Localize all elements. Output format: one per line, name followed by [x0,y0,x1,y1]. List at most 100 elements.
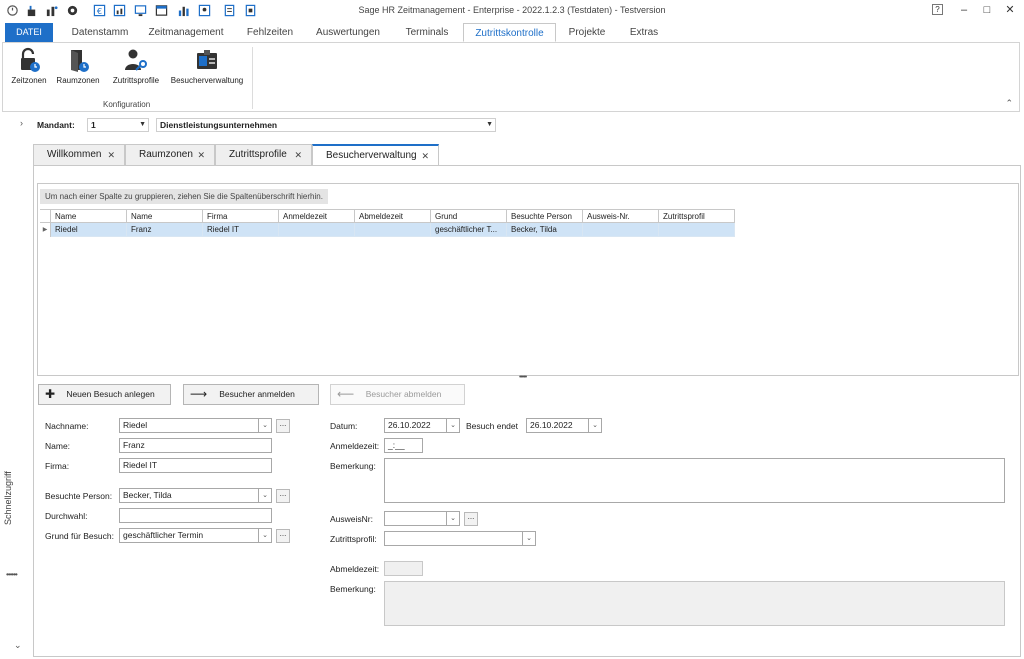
tab-zeitmanagement[interactable]: Zeitmanagement [142,23,230,42]
raumzonen-button[interactable]: Raumzonen [55,47,101,85]
nachname-ellipsis-button[interactable]: ... [276,419,290,433]
arrow-right-icon: ⟶ [190,387,208,401]
firma-label: Firma: [45,461,70,471]
anmeldezeit-field[interactable]: _:__ [384,438,423,453]
register-visitor-button[interactable]: ⟶ Besucher anmelden [183,384,319,405]
expand-chevron-icon[interactable]: › [20,118,23,128]
column-header-besuchte-person[interactable]: Besuchte Person [507,209,583,223]
tab-auswertungen[interactable]: Auswertungen [307,23,389,42]
tab-zutrittskontrolle[interactable]: Zutrittskontrolle [463,23,556,42]
collapse-ribbon-icon[interactable]: ⌃ [1005,98,1013,109]
new-visit-button[interactable]: ✚ Neuen Besuch anlegen [38,384,171,405]
close-button[interactable]: ✕ [1002,3,1018,17]
table-cell[interactable] [583,223,659,237]
nachname-field[interactable]: Riedel [119,418,259,433]
chevron-down-icon[interactable]: ⌄ [258,418,272,433]
besuchte-person-field[interactable]: Becker, Tilda [119,488,259,503]
tab-datenstamm[interactable]: Datenstamm [60,23,140,42]
grund-field[interactable]: geschäftlicher Termin [119,528,259,543]
close-icon[interactable]: ✕ [294,145,302,165]
besuchte-person-ellipsis-button[interactable]: ... [276,489,290,503]
table-cell[interactable]: Franz [127,223,203,237]
table-cell[interactable]: geschäftlicher T... [431,223,507,237]
column-header-abmeldezeit[interactable]: Abmeldezeit [355,209,431,223]
tab-datei[interactable]: DATEI [5,23,53,42]
doc-tab-willkommen[interactable]: Willkommen ✕ [33,144,125,165]
ausweisnr-field[interactable] [384,511,447,526]
abmeldezeit-label: Abmeldezeit: [330,564,380,574]
column-header-firma[interactable]: Firma [203,209,279,223]
firma-field[interactable]: Riedel IT [119,458,272,473]
quick-access-sidebar[interactable]: Schnellzugriff •••••• ⌄ [0,140,28,659]
doc-tab-besucherverwaltung[interactable]: Besucherverwaltung ✕ [312,144,439,166]
column-header-grund[interactable]: Grund [431,209,507,223]
chevron-down-icon[interactable]: ⌄ [258,528,272,543]
grid-header-corner [40,209,51,223]
zutrittsprofile-button[interactable]: Zutrittsprofile [107,47,165,85]
table-cell[interactable]: Riedel [51,223,127,237]
besuchte-person-label: Besuchte Person: [45,491,113,501]
column-header-name[interactable]: Name [127,209,203,223]
table-cell[interactable] [659,223,735,237]
zutrittsprofil-field[interactable] [384,531,523,546]
close-icon[interactable]: ✕ [107,145,115,165]
unregister-visitor-button[interactable]: ⟵ Besucher abmelden [330,384,465,405]
besucherverwaltung-label: Besucherverwaltung [170,76,244,85]
column-header-anmeldezeit[interactable]: Anmeldezeit [279,209,355,223]
doc-tab-raumzonen[interactable]: Raumzonen ✕ [125,144,215,165]
zeitzonen-button[interactable]: Zeitzonen [9,47,49,85]
splitter-grip-icon[interactable]: ••••• [519,374,527,381]
table-cell[interactable]: Riedel IT [203,223,279,237]
mandant-name-select[interactable]: Dienstleistungsunternehmen ▼ [156,118,496,132]
besucherverwaltung-panel: Um nach einer Spalte zu gruppieren, zieh… [33,165,1021,657]
ribbon-tab-bar: DATEI Datenstamm Zeitmanagement Fehlzeit… [0,23,1024,42]
besuch-endet-field[interactable]: 26.10.2022 [526,418,589,433]
zutrittsprofil-label: Zutrittsprofil: [330,534,377,544]
table-cell[interactable]: Becker, Tilda [507,223,583,237]
name-field[interactable]: Franz [119,438,272,453]
column-header-zutrittsprofil[interactable]: Zutrittsprofil [659,209,735,223]
help-icon[interactable]: ? [932,4,943,15]
table-cell[interactable] [279,223,355,237]
durchwahl-field[interactable] [119,508,272,523]
title-bar: € Sage HR Zeitmanagement - Enterprise - … [0,0,1024,22]
column-header-nachname[interactable]: Name [51,209,127,223]
datum-label: Datum: [330,421,358,431]
ausweisnr-ellipsis-button[interactable]: ... [464,512,478,526]
anmeldezeit-label: Anmeldezeit: [330,441,380,451]
table-cell[interactable] [355,223,431,237]
besuch-endet-label: Besuch endet [466,421,518,431]
mandant-bar: › Mandant: 1 ▼ Dienstleistungsunternehme… [0,118,1024,132]
besucherverwaltung-button[interactable]: Besucherverwaltung [168,47,246,85]
doc-tab-label: Zutrittsprofile [229,149,287,160]
close-icon[interactable]: ✕ [197,145,205,165]
door-clock-icon [65,47,91,73]
tab-terminals[interactable]: Terminals [393,23,461,42]
maximize-button[interactable]: □ [979,3,995,17]
tab-extras[interactable]: Extras [619,23,669,42]
abmeldezeit-field [384,561,423,576]
chevron-down-icon[interactable]: ⌄ [522,531,536,546]
visitor-grid: Um nach einer Spalte zu gruppieren, zieh… [37,183,1019,376]
minimize-button[interactable]: – [956,3,972,17]
chevron-down-icon[interactable]: ⌄ [446,511,460,526]
column-header-ausweis-nr[interactable]: Ausweis-Nr. [583,209,659,223]
tab-fehlzeiten[interactable]: Fehlzeiten [236,23,304,42]
grund-ellipsis-button[interactable]: ... [276,529,290,543]
bemerkung-abmeldung-field [384,581,1005,626]
resize-grip-icon[interactable]: •••••• [6,570,18,579]
chevron-down-icon[interactable]: ⌄ [446,418,460,433]
zutrittsprofile-label: Zutrittsprofile [112,76,160,85]
chevron-down-icon[interactable]: ⌄ [258,488,272,503]
datum-field[interactable]: 26.10.2022 [384,418,447,433]
table-row[interactable]: ▶ Riedel Franz Riedel IT geschäftlicher … [40,223,735,237]
close-icon[interactable]: ✕ [421,146,429,166]
doc-tab-label: Besucherverwaltung [326,150,417,161]
bemerkung-field[interactable] [384,458,1005,503]
group-by-hint[interactable]: Um nach einer Spalte zu gruppieren, zieh… [40,189,328,204]
chevron-down-icon[interactable]: ⌄ [588,418,602,433]
mandant-number-select[interactable]: 1 ▼ [87,118,149,132]
chevron-down-icon[interactable]: ⌄ [14,640,22,651]
tab-projekte[interactable]: Projekte [559,23,615,42]
doc-tab-zutrittsprofile[interactable]: Zutrittsprofile ✕ [215,144,312,165]
